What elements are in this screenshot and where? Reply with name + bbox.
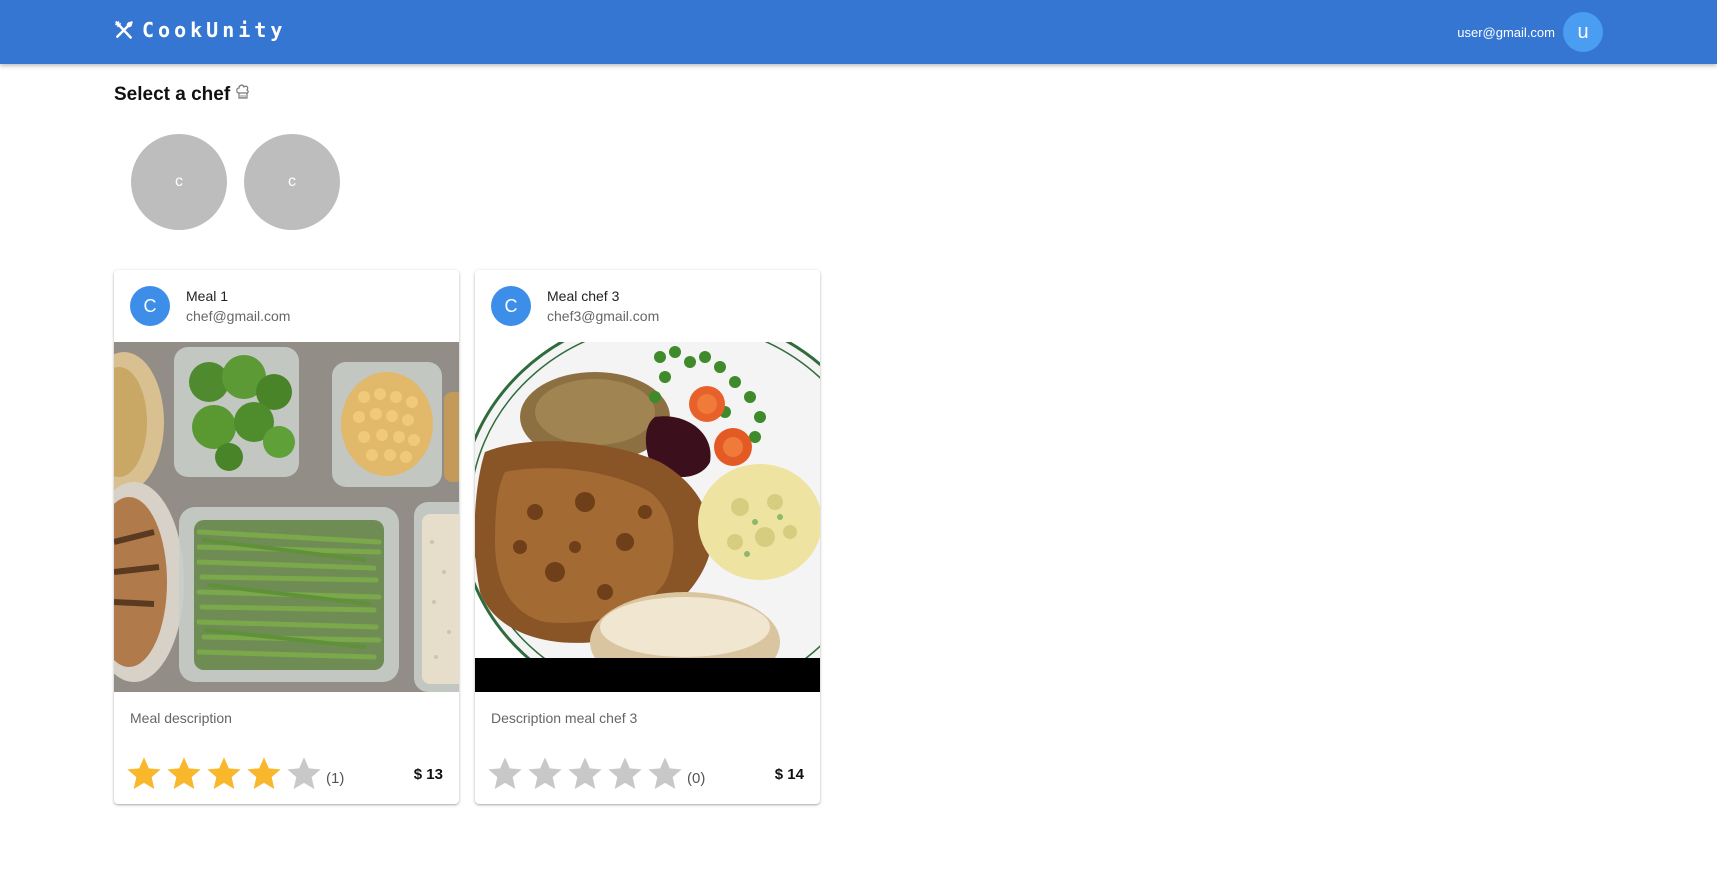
star-rating[interactable]: (1) — [124, 754, 344, 794]
star-filled-icon[interactable] — [164, 754, 204, 794]
fried-chicken-plate-image — [475, 342, 820, 692]
meal-prep-containers-image — [114, 342, 459, 692]
star-empty-icon[interactable] — [645, 754, 685, 794]
select-chef-title: Select a chef — [114, 84, 250, 106]
meal-card[interactable]: C Meal chef 3 chef3@gmail.com Descriptio… — [475, 270, 820, 804]
chef-hat-icon — [236, 84, 250, 106]
meal-title: Meal 1 — [186, 288, 229, 304]
user-menu: user@gmail.com u — [1457, 12, 1603, 52]
meal-card[interactable]: C Meal 1 chef@gmail.com Meal description… — [114, 270, 459, 804]
brand-logo[interactable]: CookUnity — [114, 18, 286, 42]
chef-list: c c — [131, 134, 357, 230]
chef-email: chef3@gmail.com — [547, 308, 660, 324]
meal-title: Meal chef 3 — [547, 288, 620, 304]
meal-price: $ 14 — [774, 765, 804, 783]
star-filled-icon[interactable] — [204, 754, 244, 794]
card-header: C Meal 1 chef@gmail.com — [114, 270, 459, 342]
card-footer: (0) $ 14 — [485, 754, 804, 794]
app-bar: CookUnity user@gmail.com u — [0, 0, 1717, 64]
chef-avatar[interactable]: c — [244, 134, 340, 230]
rating-count: (1) — [326, 769, 345, 787]
chef-avatar: C — [491, 286, 531, 326]
card-header: C Meal chef 3 chef3@gmail.com — [475, 270, 820, 342]
brand-name: CookUnity — [142, 18, 287, 42]
meal-description: Meal description — [130, 710, 232, 726]
star-filled-icon[interactable] — [124, 754, 164, 794]
meal-description: Description meal chef 3 — [491, 710, 638, 726]
star-filled-icon[interactable] — [244, 754, 284, 794]
star-empty-icon[interactable] — [565, 754, 605, 794]
user-avatar[interactable]: u — [1563, 12, 1603, 52]
rating-count: (0) — [687, 769, 706, 787]
star-empty-icon[interactable] — [605, 754, 645, 794]
select-chef-label: Select a chef — [114, 84, 231, 105]
star-empty-icon[interactable] — [485, 754, 525, 794]
star-rating[interactable]: (0) — [485, 754, 705, 794]
utensils-icon — [114, 20, 134, 40]
chef-avatar[interactable]: c — [131, 134, 227, 230]
meal-price: $ 13 — [413, 765, 443, 783]
star-empty-icon[interactable] — [525, 754, 565, 794]
user-email: user@gmail.com — [1457, 24, 1555, 40]
card-footer: (1) $ 13 — [124, 754, 443, 794]
chef-avatar: C — [130, 286, 170, 326]
star-empty-icon[interactable] — [284, 754, 324, 794]
chef-email: chef@gmail.com — [186, 308, 291, 324]
meal-card-list: C Meal 1 chef@gmail.com Meal description… — [114, 270, 836, 804]
